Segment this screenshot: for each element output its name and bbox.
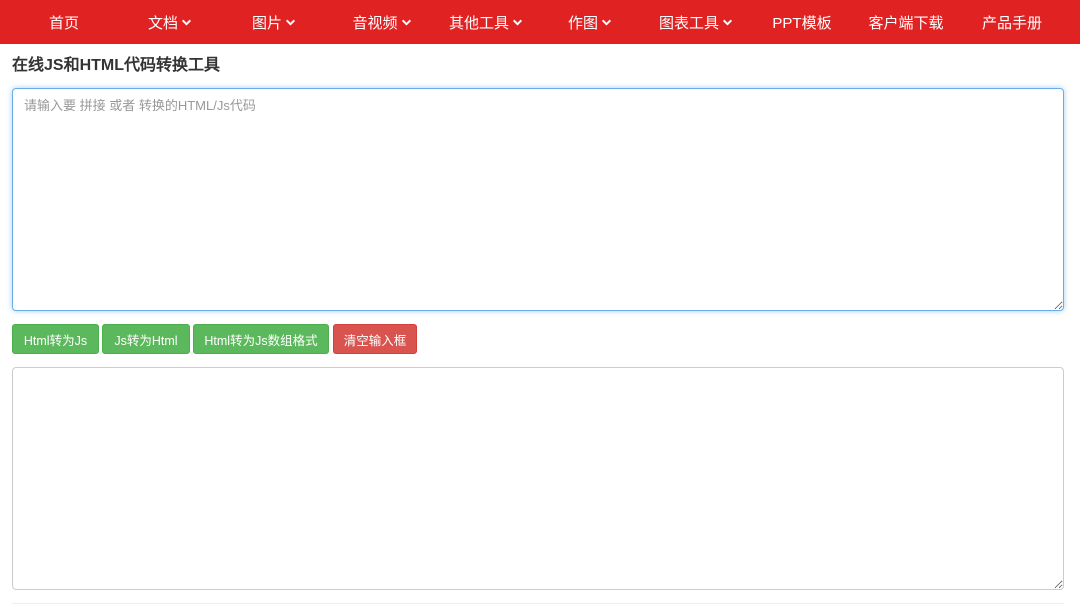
nav-item-label: 音视频	[352, 14, 398, 32]
nav-item-label: 首页	[48, 14, 79, 32]
top-navigation-bar: 首页 文档 图片 音视频 其他工具 作图 图表工具 PPT模板 客户端下载 产品…	[0, 0, 1080, 44]
nav-item-label: 客户端下载	[868, 14, 944, 32]
chevron-down-icon	[401, 17, 412, 28]
chevron-down-icon	[181, 17, 192, 28]
nav-item-other-tools[interactable]: 其他工具	[440, 0, 532, 44]
code-output-textarea[interactable]	[12, 367, 1064, 590]
nav-item-label: 其他工具	[448, 14, 509, 32]
nav-item-chart-tools[interactable]: 图表工具	[648, 0, 744, 44]
nav-item-label: 产品手册	[981, 14, 1042, 32]
code-input-textarea[interactable]	[12, 88, 1064, 311]
nav-item-label: 作图	[567, 14, 598, 32]
nav-item-images[interactable]: 图片	[232, 0, 316, 44]
page-title: 在线JS和HTML代码转换工具	[12, 57, 221, 74]
nav-item-label: PPT模板	[772, 14, 832, 32]
nav-item-label: 图片	[251, 14, 282, 32]
chevron-down-icon	[722, 17, 733, 28]
nav-item-product-manual[interactable]: 产品手册	[968, 0, 1056, 44]
nav-item-audio-video[interactable]: 音视频	[336, 0, 428, 44]
chevron-down-icon	[601, 17, 612, 28]
chevron-down-icon	[512, 17, 523, 28]
nav-item-client-download[interactable]: 客户端下载	[860, 0, 952, 44]
nav-item-documents[interactable]: 文档	[128, 0, 212, 44]
nav-item-ppt-templates[interactable]: PPT模板	[760, 0, 844, 44]
html-to-js-array-button[interactable]: Html转为Js数组格式	[193, 324, 329, 354]
nav-item-label: 图表工具	[658, 14, 719, 32]
clear-input-button[interactable]: 清空输入框	[333, 324, 417, 354]
nav-item-label: 文档	[147, 14, 178, 32]
js-to-html-button[interactable]: Js转为Html	[102, 324, 190, 354]
nav-item-home[interactable]: 首页	[24, 0, 104, 44]
html-to-js-button[interactable]: Html转为Js	[12, 324, 99, 354]
divider	[12, 603, 1064, 604]
chevron-down-icon	[285, 17, 296, 28]
nav-item-drawing[interactable]: 作图	[548, 0, 632, 44]
